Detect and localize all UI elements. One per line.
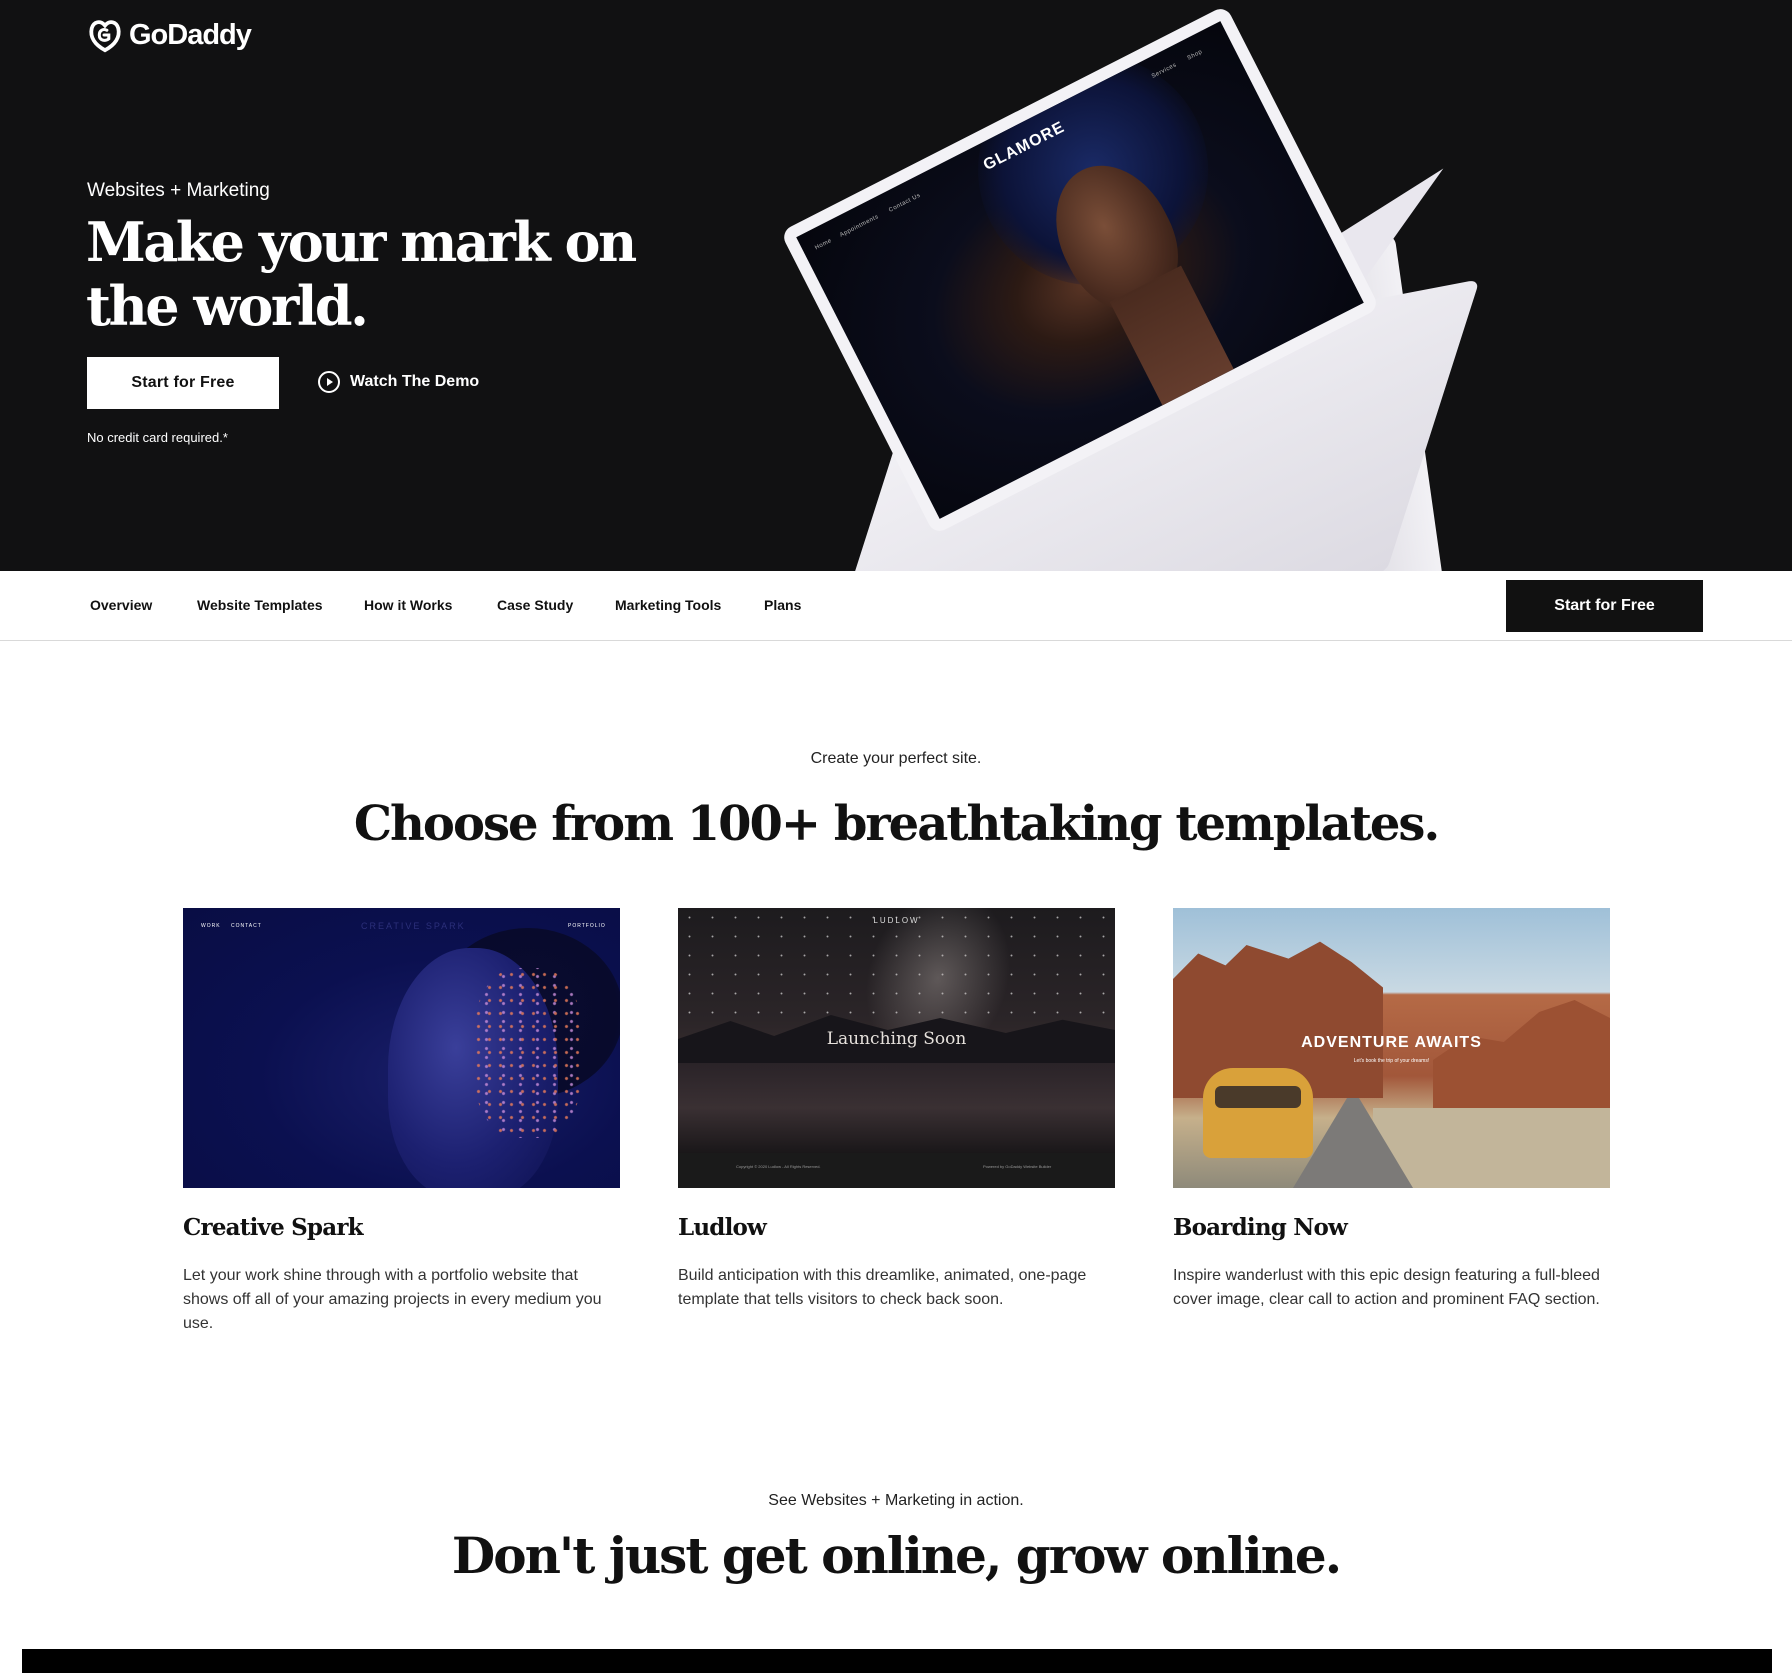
screen-nav-appointments: Appointments [839, 213, 880, 239]
templates-kicker: Create your perfect site. [810, 750, 982, 767]
section-nav: Overview Website Templates How it Works … [0, 571, 1792, 641]
thumb-brand: LUDLOW [873, 916, 920, 925]
action-kicker: See Websites + Marketing in action. [768, 1492, 1024, 1509]
template-card-boarding-now[interactable]: ADVENTURE AWAITS Let's book the trip of … [1173, 908, 1610, 1308]
godaddy-logo-icon [89, 20, 121, 53]
thumb-grass [1373, 1108, 1610, 1188]
hero-section: GoDaddy Websites + Marketing Make your m… [0, 0, 1792, 571]
watch-demo-label: Watch The Demo [350, 373, 480, 390]
template-description: Inspire wanderlust with this epic design… [1173, 1267, 1600, 1308]
play-icon [318, 371, 340, 393]
thumb-headline: Launching Soon [826, 1029, 967, 1049]
video-section-top [22, 1649, 1772, 1673]
template-thumb-ludlow[interactable]: LUDLOW Launching Soon Copyright © 2020 L… [678, 908, 1115, 1188]
thumb-nav-work: WORK [201, 923, 221, 929]
template-description: Build anticipation with this dreamlike, … [678, 1267, 1087, 1308]
thumb-van-window [1215, 1086, 1301, 1108]
screen-nav-services: Services [1150, 62, 1178, 80]
thumb-powered-by: Powered by GoDaddy Website Builder [983, 1164, 1052, 1169]
nav-case-study[interactable]: Case Study [497, 597, 573, 613]
screen-nav-contact: Contact Us [888, 192, 922, 214]
nav-start-free-button[interactable]: Start for Free [1506, 580, 1703, 632]
nav-how-it-works[interactable]: How it Works [364, 597, 452, 613]
nav-overview[interactable]: Overview [90, 597, 152, 613]
nav-website-templates[interactable]: Website Templates [197, 597, 323, 613]
watch-demo-link[interactable]: Watch The Demo [318, 371, 479, 393]
template-thumb-creative-spark[interactable]: WORK CONTACT CREATIVE SPARK PORTFOLIO [183, 908, 620, 1188]
thumb-glitter [473, 968, 583, 1138]
no-credit-card-note: No credit card required.* [87, 430, 228, 445]
hero-start-free-button[interactable]: Start for Free [87, 357, 279, 409]
action-title: Don't just get online, grow online. [451, 1526, 1342, 1585]
thumb-van [1203, 1068, 1313, 1158]
templates-title: Choose from 100+ breathtaking templates. [353, 796, 1440, 852]
thumb-copyright: Copyright © 2020 Ludlow - All Rights Res… [736, 1164, 821, 1169]
template-thumb-boarding-now[interactable]: ADVENTURE AWAITS Let's book the trip of … [1173, 908, 1610, 1188]
godaddy-logo-text: GoDaddy [129, 18, 252, 51]
thumb-headline: ADVENTURE AWAITS [1301, 1034, 1482, 1051]
hero-title: Make your mark on the world. [86, 210, 637, 338]
thumb-subline: Let's book the trip of your dreams! [1353, 1058, 1430, 1064]
template-name[interactable]: Creative Spark [183, 1214, 364, 1241]
template-description: Let your work shine through with a portf… [183, 1267, 602, 1332]
template-card-ludlow[interactable]: LUDLOW Launching Soon Copyright © 2020 L… [678, 908, 1115, 1308]
thumb-nav-contact: CONTACT [231, 923, 262, 929]
hero-eyebrow: Websites + Marketing [87, 180, 270, 201]
laptop-illustration: GLAMORE Home Appointments Contact Us Ser… [770, 5, 1490, 571]
template-name[interactable]: Boarding Now [1173, 1214, 1348, 1241]
thumb-lake [678, 1063, 1115, 1153]
godaddy-logo[interactable]: GoDaddy [86, 16, 252, 54]
screen-nav-shop: Shop [1186, 49, 1204, 62]
nav-plans[interactable]: Plans [764, 597, 801, 613]
template-name[interactable]: Ludlow [678, 1214, 767, 1241]
thumb-brand: CREATIVE SPARK [361, 921, 466, 931]
template-card-creative-spark[interactable]: WORK CONTACT CREATIVE SPARK PORTFOLIO Cr… [183, 908, 620, 1332]
screen-nav-home: Home [814, 237, 833, 252]
thumb-nav-portfolio: PORTFOLIO [568, 923, 606, 929]
thumb-footer [678, 1153, 1115, 1188]
nav-marketing-tools[interactable]: Marketing Tools [615, 597, 721, 613]
